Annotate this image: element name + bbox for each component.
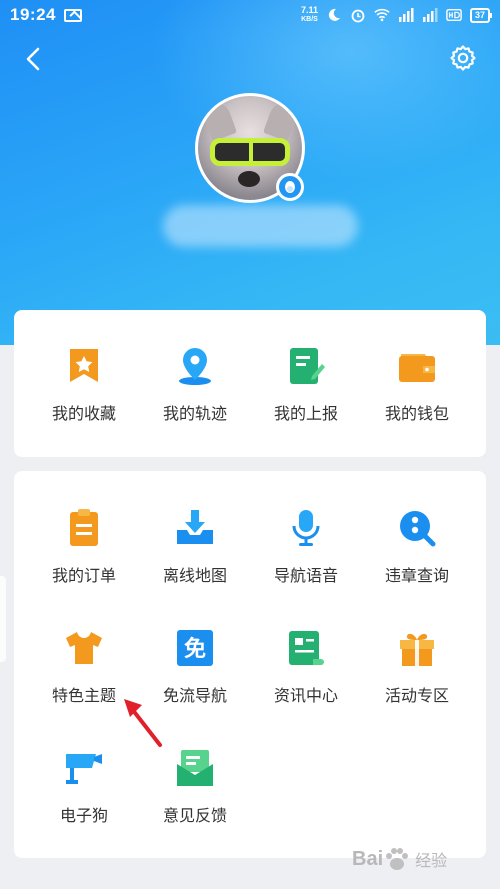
blurred-nickname <box>163 205 358 247</box>
signal-4g-icon <box>398 8 414 22</box>
location-pin-icon <box>179 348 211 385</box>
speed-camera-item[interactable]: 电子狗 <box>25 748 143 848</box>
feedback-mail-icon <box>177 750 213 786</box>
my-tracks-item[interactable]: 我的轨迹 <box>136 346 254 446</box>
violation-query-item[interactable]: 违章查询 <box>358 508 476 608</box>
baidu-jingyan-watermark: Bai 经验 <box>352 836 492 882</box>
moon-icon <box>328 8 340 21</box>
goggles <box>210 138 290 166</box>
news-scroll-icon <box>289 631 324 665</box>
offline-maps-item[interactable]: 离线地图 <box>136 508 254 608</box>
signal-3g-icon <box>422 8 438 22</box>
my-favorites-item[interactable]: 我的收藏 <box>25 346 143 446</box>
red-arrow-annotation <box>124 699 162 747</box>
events-zone-item[interactable]: 活动专区 <box>358 628 476 728</box>
svg-text:免: 免 <box>184 636 206 662</box>
status-icons: 7.11 KB/S 37 <box>300 5 493 24</box>
my-orders-item[interactable]: 我的订单 <box>25 508 143 608</box>
order-clipboard-icon <box>70 509 98 546</box>
wallet-icon <box>399 354 435 382</box>
battery-indicator: 37 <box>469 7 493 23</box>
side-drawer-handle[interactable] <box>0 576 6 662</box>
news-center-item[interactable]: 资讯中心 <box>247 628 365 728</box>
report-edit-icon <box>290 348 325 384</box>
quick-links-card: 我的收藏 我的轨迹 我的上报 我的钱包 <box>14 310 486 457</box>
status-time: 19:24 <box>10 5 56 24</box>
network-speed: 7.11 KB/S <box>300 5 318 24</box>
hd-icon <box>446 8 462 22</box>
feedback-item[interactable]: 意见反馈 <box>136 748 254 848</box>
download-tray-icon <box>177 510 213 544</box>
paw-icon <box>386 848 409 870</box>
my-reports-item[interactable]: 我的上报 <box>247 346 365 446</box>
speed-camera-icon <box>66 754 102 784</box>
violation-search-icon <box>400 511 436 547</box>
services-card: 我的订单 离线地图 导航语音 违章查询 特色主题 免 免流导航 资讯中心 活动专… <box>14 471 486 858</box>
wifi-icon <box>374 8 390 22</box>
back-button[interactable] <box>20 45 48 73</box>
settings-gear-button[interactable] <box>448 43 478 73</box>
microphone-icon <box>292 510 320 546</box>
free-data-icon: 免 <box>177 630 213 666</box>
status-bar: 19:24 7.11 KB/S 37 <box>0 0 500 30</box>
tshirt-theme-icon <box>66 632 102 664</box>
avatar-container[interactable] <box>195 93 305 203</box>
star-bookmark-icon <box>70 349 98 382</box>
notification-image-icon <box>63 8 82 22</box>
nav-voice-item[interactable]: 导航语音 <box>247 508 365 608</box>
alarm-icon <box>351 9 365 23</box>
gift-icon <box>400 633 434 666</box>
qq-penguin-icon <box>276 173 304 201</box>
my-wallet-item[interactable]: 我的钱包 <box>358 346 476 446</box>
